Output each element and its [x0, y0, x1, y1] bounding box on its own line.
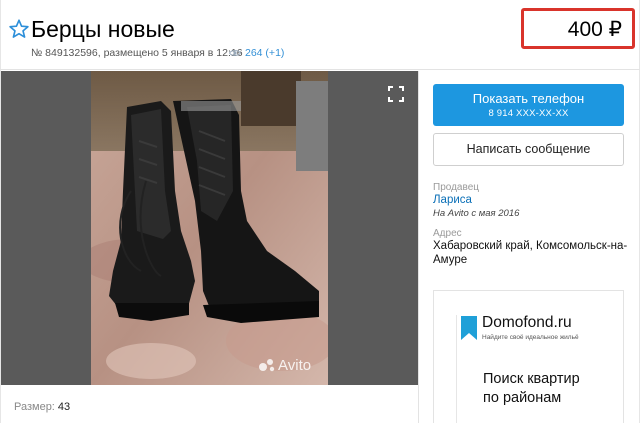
ad-headline-line-1: Поиск квартир	[483, 371, 580, 387]
sidebar-divider	[418, 71, 419, 423]
view-counter: 264 (+1)	[229, 46, 284, 60]
address-line-1: Хабаровский край, Комсомольск-на-	[433, 240, 628, 252]
watermark-text: Avito	[278, 357, 312, 374]
avito-watermark-icon	[259, 359, 275, 372]
listing-meta: № 849132596, размещено 5 января в 12:16	[31, 47, 243, 59]
boots-photo-image	[91, 71, 328, 385]
masked-phone: 8 914 XXX-XX-XX	[488, 108, 569, 119]
listing-page: Берцы новые № 849132596, размещено 5 янв…	[0, 0, 640, 423]
seller-since: На Avito с мая 2016	[433, 208, 520, 219]
price-highlight-box: 400 ₽	[521, 8, 635, 49]
attribute-value: 43	[57, 401, 71, 413]
listing-header: Берцы новые № 849132596, размещено 5 янв…	[0, 0, 640, 70]
ad-headline-line-2: по районам	[483, 390, 562, 406]
view-count[interactable]: 264 (+1)	[245, 47, 284, 59]
ad-logo-text: Domofond.ru	[482, 314, 572, 331]
address-line-2: Амуре	[433, 254, 468, 266]
write-message-button[interactable]: Написать сообщение	[433, 133, 624, 166]
ad-tagline: Найдите своё идеальное жильё	[482, 334, 579, 341]
listing-price: 400 ₽	[567, 18, 622, 41]
attribute-label: Размер:	[14, 401, 55, 413]
ad-headline: Поиск квартир по районам	[483, 370, 613, 408]
seller-name[interactable]: Лариса	[433, 193, 472, 207]
attribute-size: Размер: 43	[14, 400, 70, 414]
fullscreen-icon[interactable]	[388, 86, 404, 102]
favorite-star-icon[interactable]	[8, 18, 30, 40]
listing-title: Берцы новые	[31, 16, 175, 42]
show-phone-label: Показать телефон	[472, 91, 585, 106]
photo-watermark: Avito	[258, 357, 311, 375]
domofond-bookmark-icon	[461, 316, 477, 340]
show-phone-button[interactable]: Показать телефон 8 914 XXX-XX-XX	[433, 84, 624, 126]
listing-photo[interactable]	[91, 71, 328, 385]
eye-icon	[229, 50, 241, 57]
